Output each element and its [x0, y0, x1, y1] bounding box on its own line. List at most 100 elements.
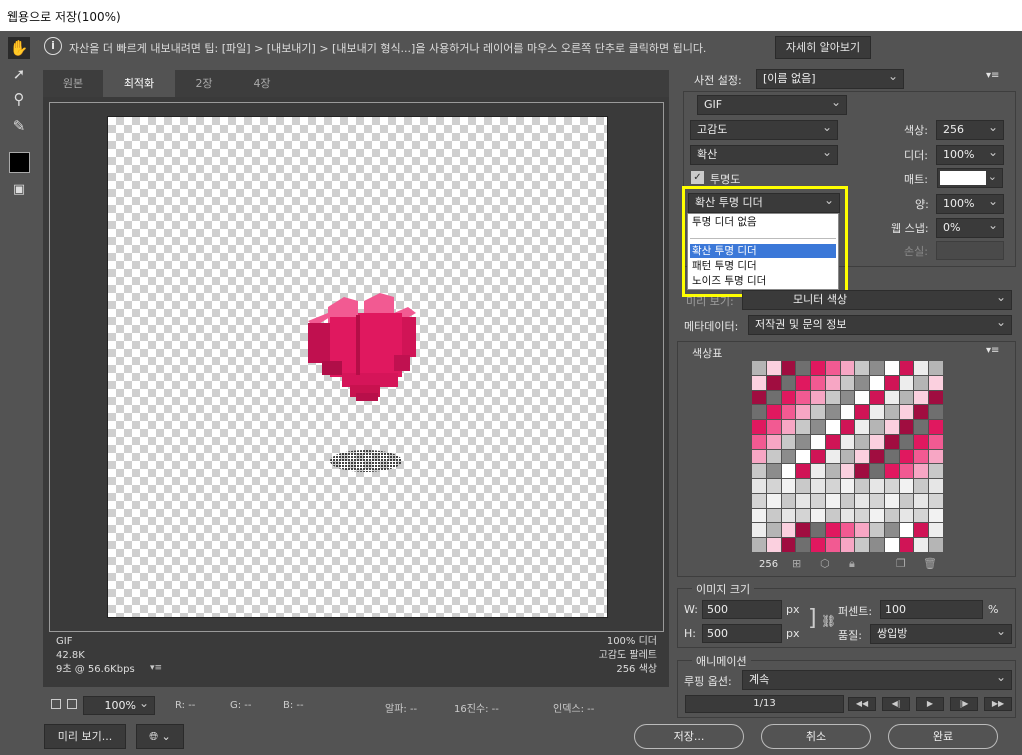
preset-select[interactable]: [이름 없음] — [756, 69, 904, 89]
palette-swatch[interactable] — [870, 434, 884, 449]
dropdown-item-none[interactable]: 투명 디더 없음 — [690, 215, 836, 229]
palette-swatch[interactable] — [870, 361, 884, 375]
palette-swatch[interactable] — [899, 493, 914, 508]
palette-swatch[interactable] — [855, 434, 870, 449]
palette-swatch[interactable] — [855, 479, 870, 493]
format-select[interactable]: GIF — [697, 95, 847, 115]
palette-swatch[interactable] — [929, 523, 943, 538]
palette-swatch[interactable] — [781, 434, 796, 449]
cancel-button[interactable]: 취소 — [761, 724, 871, 749]
palette-swatch[interactable] — [766, 508, 781, 523]
palette-swatch[interactable] — [899, 390, 914, 405]
palette-swatch[interactable] — [766, 361, 781, 375]
palette-swatch[interactable] — [914, 538, 929, 552]
palette-swatch[interactable] — [899, 523, 914, 538]
palette-swatch[interactable] — [781, 361, 796, 375]
palette-swatch[interactable] — [929, 375, 943, 390]
hand-tool-icon[interactable]: ✋ — [8, 37, 30, 59]
palette-swatch[interactable] — [855, 538, 870, 552]
palette-swatch[interactable] — [870, 523, 884, 538]
palette-swatch[interactable] — [914, 405, 929, 420]
palette-swatch[interactable] — [870, 405, 884, 420]
palette-swatch[interactable] — [929, 420, 943, 434]
palette-swatch[interactable] — [825, 375, 840, 390]
palette-swatch[interactable] — [840, 479, 855, 493]
palette-swatch[interactable] — [752, 420, 766, 434]
palette-swatch[interactable] — [796, 449, 811, 464]
palette-swatch[interactable] — [840, 420, 855, 434]
palette-swatch[interactable] — [884, 479, 899, 493]
palette-swatch[interactable] — [899, 420, 914, 434]
palette-swatch[interactable] — [752, 508, 766, 523]
palette-swatch[interactable] — [855, 361, 870, 375]
palette-swatch[interactable] — [884, 405, 899, 420]
palette-swatch[interactable] — [899, 538, 914, 552]
palette-swatch[interactable] — [884, 508, 899, 523]
palette-swatch[interactable] — [825, 449, 840, 464]
learn-more-button[interactable]: 자세히 알아보기 — [775, 36, 871, 59]
constrain-proportions-icon[interactable]: ⛓ — [821, 614, 836, 628]
palette-swatch[interactable] — [825, 523, 840, 538]
palette-swatch[interactable] — [929, 361, 943, 375]
palette-swatch[interactable] — [811, 493, 825, 508]
palette-swatch[interactable] — [825, 479, 840, 493]
palette-swatch[interactable] — [914, 390, 929, 405]
palette-swatch[interactable] — [884, 523, 899, 538]
height-field[interactable]: 500 — [702, 624, 782, 643]
palette-swatch[interactable] — [884, 390, 899, 405]
palette-swatch[interactable] — [811, 538, 825, 552]
palette-swatch[interactable] — [914, 508, 929, 523]
palette-swatch[interactable] — [899, 479, 914, 493]
palette-swatch[interactable] — [870, 464, 884, 479]
palette-swatch[interactable] — [914, 361, 929, 375]
palette-swatch[interactable] — [752, 390, 766, 405]
dither-algorithm-select[interactable]: 확산 — [690, 145, 838, 165]
browser-preview-icon[interactable]: 🌐︎ ⌄ — [136, 724, 184, 749]
palette-swatch[interactable] — [752, 434, 766, 449]
zoom-icon[interactable]: ⚲ — [8, 88, 30, 110]
palette-swatch[interactable] — [884, 361, 899, 375]
palette-swatch[interactable] — [825, 420, 840, 434]
palette-swatch[interactable] — [884, 538, 899, 552]
palette-swatch[interactable] — [899, 405, 914, 420]
palette-swatch[interactable] — [752, 493, 766, 508]
palette-swatch[interactable] — [811, 375, 825, 390]
palette-swatch[interactable] — [914, 449, 929, 464]
dither-amount-select[interactable]: 100% — [936, 145, 1004, 165]
colors-select[interactable]: 256 — [936, 120, 1004, 140]
palette-swatch[interactable] — [766, 390, 781, 405]
palette-swatch[interactable] — [766, 375, 781, 390]
first-frame-button[interactable]: ◀◀ — [848, 697, 876, 711]
palette-swatch[interactable] — [825, 390, 840, 405]
palette-swatch[interactable] — [752, 479, 766, 493]
palette-swatch[interactable] — [884, 464, 899, 479]
tab-original[interactable]: 원본 — [43, 70, 103, 97]
palette-swatch[interactable] — [781, 523, 796, 538]
palette-swatch[interactable] — [825, 434, 840, 449]
prev-frame-button[interactable]: ◀| — [882, 697, 910, 711]
transparency-dither-select[interactable]: 확산 투명 디더 — [688, 193, 840, 213]
palette-swatch[interactable] — [840, 508, 855, 523]
palette-swatch[interactable] — [766, 464, 781, 479]
palette-swatch[interactable] — [929, 493, 943, 508]
palette-swatch[interactable] — [884, 493, 899, 508]
image-preview[interactable] — [107, 116, 608, 618]
palette-swatch[interactable] — [781, 449, 796, 464]
palette-swatch[interactable] — [855, 390, 870, 405]
tab-4up[interactable]: 4장 — [233, 70, 291, 97]
slice-select-icon[interactable]: ➚ — [8, 63, 30, 85]
palette-swatch[interactable] — [811, 405, 825, 420]
palette-swatch[interactable] — [781, 538, 796, 552]
matte-select[interactable]: ⌄ — [937, 168, 1003, 188]
palette-swatch[interactable] — [796, 405, 811, 420]
palette-swatch[interactable] — [884, 434, 899, 449]
tab-optimized[interactable]: 최적화 — [103, 70, 175, 97]
palette-swatch[interactable] — [899, 464, 914, 479]
palette-swatch[interactable] — [825, 493, 840, 508]
palette-swatch[interactable] — [840, 390, 855, 405]
palette-swatch[interactable] — [929, 434, 943, 449]
palette-swatch[interactable] — [929, 479, 943, 493]
color-table-menu-icon[interactable]: ▾≡ — [986, 345, 999, 356]
palette-swatch[interactable] — [840, 523, 855, 538]
palette-swatch[interactable] — [752, 523, 766, 538]
